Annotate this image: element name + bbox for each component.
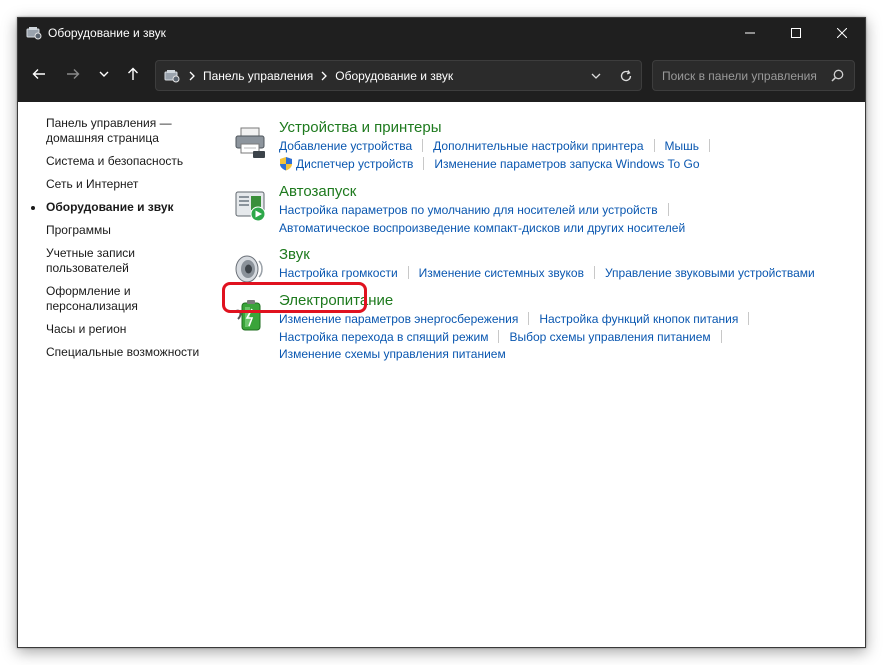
address-bar[interactable]: Панель управления Оборудование и звук (155, 60, 642, 91)
sidebar-item-network[interactable]: Сеть и Интернет (46, 177, 216, 192)
sidebar-item-clock-region[interactable]: Часы и регион (46, 322, 216, 337)
sidebar-item-user-accounts[interactable]: Учетные записи пользователей (46, 246, 146, 276)
category-devices-printers: Устройства и принтеры Добавление устройс… (233, 118, 853, 182)
category-sound: Звук Настройка громкости Изменение систем… (233, 245, 853, 291)
close-icon (837, 27, 847, 38)
devices-links: Добавление устройства Дополнительные наст… (279, 138, 853, 173)
link-separator (748, 312, 750, 325)
minimize-icon (745, 32, 755, 33)
link-edit-power-plan[interactable]: Изменение схемы управления питанием (279, 347, 506, 361)
chevron-right-icon[interactable] (188, 71, 196, 81)
arrow-right-icon (67, 69, 80, 79)
speaker-icon (235, 255, 263, 283)
chevron-right-icon[interactable] (320, 71, 328, 81)
sidebar-item-system-security[interactable]: Система и безопасность (46, 154, 216, 169)
printer-icon (235, 127, 265, 158)
back-button[interactable] (25, 60, 53, 88)
category-title-power[interactable]: Электропитание (279, 291, 393, 311)
category-list: Устройства и принтеры Добавление устройс… (222, 118, 853, 371)
sidebar-item-appearance[interactable]: Оформление и персонализация (46, 284, 146, 314)
sidebar-item-programs[interactable]: Программы (46, 223, 216, 238)
link-separator (528, 312, 530, 325)
title-bar: Оборудование и звук (18, 18, 865, 47)
sidebar-item-hardware-sound[interactable]: Оборудование и звук (31, 200, 216, 215)
category-power: Электропитание Изменение параметров энер… (222, 282, 853, 371)
category-title-sound[interactable]: Звук (279, 245, 310, 265)
chevron-down-icon (591, 73, 601, 79)
search-icon[interactable] (831, 69, 844, 82)
link-default-media-settings[interactable]: Настройка параметров по умолчанию для но… (279, 203, 658, 217)
control-panel-window: Оборудование и звук Панель управления Об… (17, 17, 866, 648)
link-windows-to-go[interactable]: Изменение параметров запуска Windows To … (434, 157, 699, 171)
address-history-button[interactable] (581, 61, 611, 90)
control-panel-icon (164, 69, 180, 82)
breadcrumb-hardware-sound[interactable]: Оборудование и звук (335, 69, 453, 83)
search-box[interactable] (652, 60, 855, 91)
sidebar-item-accessibility[interactable]: Специальные возможности (46, 345, 216, 360)
category-title-autoplay[interactable]: Автозапуск (279, 182, 356, 202)
refresh-button[interactable] (611, 61, 641, 90)
link-volume[interactable]: Настройка громкости (279, 266, 398, 280)
link-printer-settings[interactable]: Дополнительные настройки принтера (433, 139, 643, 153)
arrow-left-icon (32, 69, 45, 79)
link-separator (653, 139, 655, 152)
link-sleep-settings[interactable]: Настройка перехода в спящий режим (279, 330, 488, 344)
link-separator (667, 203, 669, 216)
minimize-button[interactable] (727, 18, 773, 47)
refresh-icon (620, 69, 632, 81)
link-power-saving-settings[interactable]: Изменение параметров энергосбережения (279, 312, 518, 326)
link-system-sounds[interactable]: Изменение системных звуков (419, 266, 584, 280)
link-separator (422, 139, 424, 152)
recent-locations-button[interactable] (90, 60, 118, 88)
link-separator (593, 266, 595, 279)
search-input[interactable] (662, 68, 827, 83)
breadcrumb-control-panel[interactable]: Панель управления (203, 69, 313, 83)
link-separator (720, 329, 722, 343)
window-title: Оборудование и звук (48, 25, 166, 40)
navigation-bar: Панель управления Оборудование и звук (18, 47, 865, 102)
link-separator (498, 329, 500, 343)
link-separator (423, 156, 425, 170)
link-separator (407, 266, 409, 279)
autoplay-links: Настройка параметров по умолчанию для но… (279, 202, 853, 237)
maximize-button[interactable] (773, 18, 819, 47)
link-audio-devices[interactable]: Управление звуковыми устройствами (605, 266, 815, 280)
autoplay-icon (235, 191, 266, 222)
sound-links: Настройка громкости Изменение системных з… (279, 265, 853, 283)
address-actions (581, 61, 641, 90)
link-power-buttons[interactable]: Настройка функций кнопок питания (539, 312, 738, 326)
arrow-up-icon (128, 67, 138, 80)
link-separator (709, 139, 711, 152)
close-button[interactable] (819, 18, 865, 47)
link-choose-power-plan[interactable]: Выбор схемы управления питанием (509, 330, 710, 344)
category-autoplay: Автозапуск Настройка параметров по умолч… (233, 182, 853, 245)
maximize-icon (791, 27, 801, 38)
forward-button[interactable] (59, 60, 87, 88)
category-title-devices[interactable]: Устройства и принтеры (279, 118, 441, 138)
hardware-sound-icon (26, 26, 42, 39)
link-device-manager[interactable]: Диспетчер устройств (296, 157, 413, 171)
power-battery-icon (235, 300, 261, 331)
up-button[interactable] (119, 60, 147, 88)
link-add-device[interactable]: Добавление устройства (279, 139, 412, 153)
chevron-down-icon (99, 71, 109, 77)
link-autoplay-cd[interactable]: Автоматическое воспроизведение компакт-д… (279, 221, 685, 235)
window-controls (727, 18, 865, 47)
link-mouse[interactable]: Мышь (665, 139, 700, 153)
sidebar-item-home[interactable]: Панель управления — домашняя страница (46, 116, 186, 146)
uac-shield-icon (280, 156, 292, 170)
sidebar: Панель управления — домашняя страница Си… (31, 116, 216, 368)
power-links: Изменение параметров энергосбережения Нас… (279, 311, 853, 364)
